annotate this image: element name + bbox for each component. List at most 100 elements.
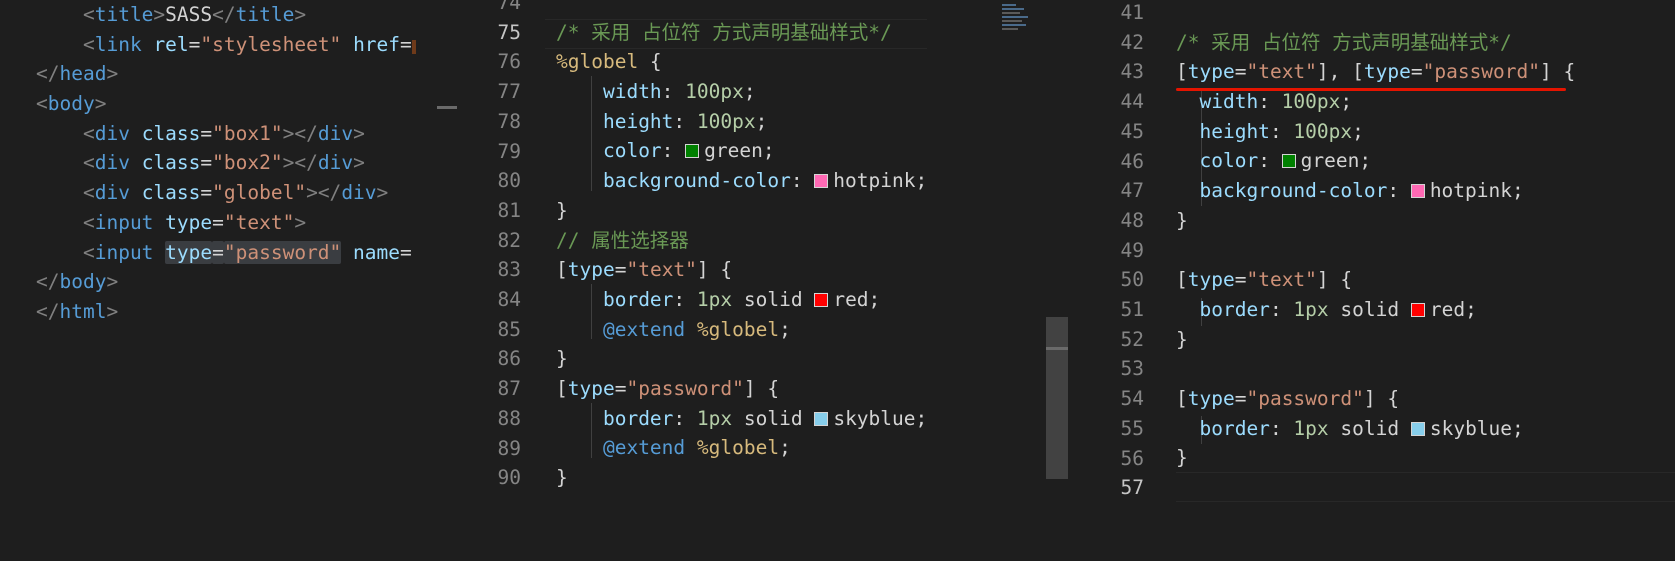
- scss-code-line[interactable]: border: 1px solid skyblue;: [556, 404, 927, 434]
- css-code-line[interactable]: border: 1px solid skyblue;: [1176, 414, 1575, 444]
- css-code-line[interactable]: [type="text"] {: [1176, 265, 1575, 295]
- code-token: div: [94, 151, 130, 175]
- minimap-preview[interactable]: [1002, 2, 1042, 48]
- code-token: </: [36, 270, 60, 294]
- css-code-line[interactable]: background-color: hotpink;: [1176, 176, 1575, 206]
- code-token: border: [602, 406, 674, 430]
- scss-left-scroll-marker[interactable]: [437, 106, 457, 109]
- html-code-line[interactable]: <body>: [36, 89, 412, 119]
- css-code-line[interactable]: }: [1176, 325, 1575, 355]
- scss-code-line[interactable]: [556, 0, 927, 18]
- css-code-lines[interactable]: /* 采用 占位符 方式声明基础样式*/[type="text"], [type…: [1176, 0, 1575, 503]
- css-code-line[interactable]: [1176, 354, 1575, 384]
- css-code-line[interactable]: }: [1176, 206, 1575, 236]
- code-token: solid: [732, 287, 815, 311]
- html-code-line[interactable]: <div class="box2"></div>: [36, 148, 412, 178]
- code-token: =: [200, 151, 213, 175]
- css-code-line[interactable]: [1176, 236, 1575, 266]
- html-code-line[interactable]: <div class="globel"></div>: [36, 178, 412, 208]
- html-code-line[interactable]: <title>SASS</title>: [36, 0, 412, 30]
- code-token: :: [673, 287, 697, 311]
- code-token: color: [602, 139, 662, 163]
- scss-code-line[interactable]: }: [556, 196, 927, 226]
- color-swatch-icon[interactable]: [1410, 302, 1425, 317]
- scss-scrollbar-thumb[interactable]: [1046, 317, 1068, 479]
- scss-code-line[interactable]: }: [556, 463, 927, 493]
- color-swatch-icon[interactable]: [814, 292, 829, 307]
- code-token: div: [317, 121, 354, 145]
- code-token: html: [59, 299, 107, 323]
- css-code-line[interactable]: [type="text"], [type="password"] {: [1176, 57, 1575, 87]
- scss-code-line[interactable]: }: [556, 344, 927, 374]
- scss-code-line[interactable]: border: 1px solid red;: [556, 285, 927, 315]
- css-code-line[interactable]: border: 1px solid red;: [1176, 295, 1575, 325]
- color-swatch-icon[interactable]: [814, 174, 829, 189]
- html-code-line[interactable]: </body>: [36, 267, 412, 297]
- color-swatch-icon[interactable]: [814, 411, 829, 426]
- css-code-line[interactable]: color: green;: [1176, 146, 1575, 176]
- code-token: "password": [1246, 386, 1364, 410]
- html-code-line[interactable]: </head>: [36, 59, 412, 89]
- css-code-line[interactable]: height: 100px;: [1176, 117, 1575, 147]
- html-code-line[interactable]: <div class="box1"></div>: [36, 119, 412, 149]
- code-token: 100px: [1293, 119, 1353, 143]
- code-token: title: [94, 3, 154, 26]
- scss-code-lines[interactable]: /* 采用 占位符 方式声明基础样式*/ %globel { width: 100…: [556, 0, 927, 493]
- css-editor-pane[interactable]: 41 42 43 44 45 46 47 48 49 50 51 52 53 54 55 56 57 /* 采用…: [1068, 0, 1675, 561]
- css-code-line[interactable]: [1176, 473, 1575, 503]
- html-code-line[interactable]: </html>: [36, 297, 412, 327]
- code-token: "stylesheet": [200, 32, 342, 56]
- css-code-line[interactable]: }: [1176, 443, 1575, 473]
- code-token: type: [1187, 386, 1235, 410]
- code-token: type: [1187, 268, 1235, 292]
- scss-code-line[interactable]: height: 100px;: [556, 107, 927, 137]
- line-number: 79: [497, 139, 521, 163]
- scss-code-line[interactable]: /* 采用 占位符 方式声明基础样式*/: [556, 18, 927, 48]
- line-number: 57: [1120, 476, 1144, 500]
- line-number: 46: [1120, 149, 1144, 173]
- html-code-lines[interactable]: <title>SASS</title> <link rel="styleshee…: [36, 0, 412, 327]
- code-token: =: [1234, 268, 1247, 292]
- html-code-line[interactable]: <link rel="stylesheet" href=: [36, 30, 412, 60]
- code-token: ></: [282, 151, 318, 175]
- css-code-line[interactable]: [1176, 0, 1575, 28]
- scss-editor-pane[interactable]: 74 75 76 77 78 79 80 81 82 83 84 85 86 87 88 89 90 /* 采用…: [420, 0, 997, 561]
- code-token: [: [556, 376, 568, 400]
- scss-code-line[interactable]: width: 100px;: [556, 77, 927, 107]
- code-token: "box1": [212, 121, 283, 145]
- code-token: body: [47, 92, 95, 116]
- code-token: [: [556, 258, 568, 282]
- scss-code-line[interactable]: // 属性选择器: [556, 226, 927, 256]
- html-code-line[interactable]: <input type="password" name=: [36, 238, 412, 268]
- line-number: 76: [497, 50, 521, 74]
- code-token: href: [353, 32, 401, 56]
- css-gutter: 41 42 43 44 45 46 47 48 49 50 51 52 53 54 55 56 57: [1068, 0, 1168, 561]
- code-token: "password": [223, 240, 342, 264]
- line-number: 82: [497, 228, 521, 252]
- scss-code-line[interactable]: @extend %globel;: [556, 315, 927, 345]
- code-token: }: [556, 198, 568, 222]
- css-code-line[interactable]: [type="password"] {: [1176, 384, 1575, 414]
- css-code-line[interactable]: /* 采用 占位符 方式声明基础样式*/: [1176, 28, 1575, 58]
- line-number: 42: [1120, 30, 1144, 54]
- scss-code-line[interactable]: @extend %globel;: [556, 433, 927, 463]
- color-swatch-icon[interactable]: [685, 144, 700, 159]
- color-swatch-icon[interactable]: [1410, 421, 1425, 436]
- html-code-line[interactable]: <input type="text">: [36, 208, 412, 238]
- code-token: // 属性选择器: [556, 228, 689, 252]
- color-swatch-icon[interactable]: [1410, 184, 1425, 199]
- scss-minimap[interactable]: [927, 0, 997, 561]
- html-editor-pane[interactable]: <title>SASS</title> <link rel="styleshee…: [0, 0, 420, 561]
- scss-code-line[interactable]: [type="password"] {: [556, 374, 927, 404]
- scss-code-line[interactable]: [type="text"] {: [556, 255, 927, 285]
- css-code-line[interactable]: width: 100px;: [1176, 87, 1575, 117]
- scss-code-line[interactable]: background-color: hotpink;: [556, 166, 927, 196]
- scss-code-line[interactable]: %globel {: [556, 47, 927, 77]
- color-swatch-icon[interactable]: [1281, 154, 1296, 169]
- line-number: 89: [497, 436, 521, 460]
- scss-code-line[interactable]: color: green;: [556, 136, 927, 166]
